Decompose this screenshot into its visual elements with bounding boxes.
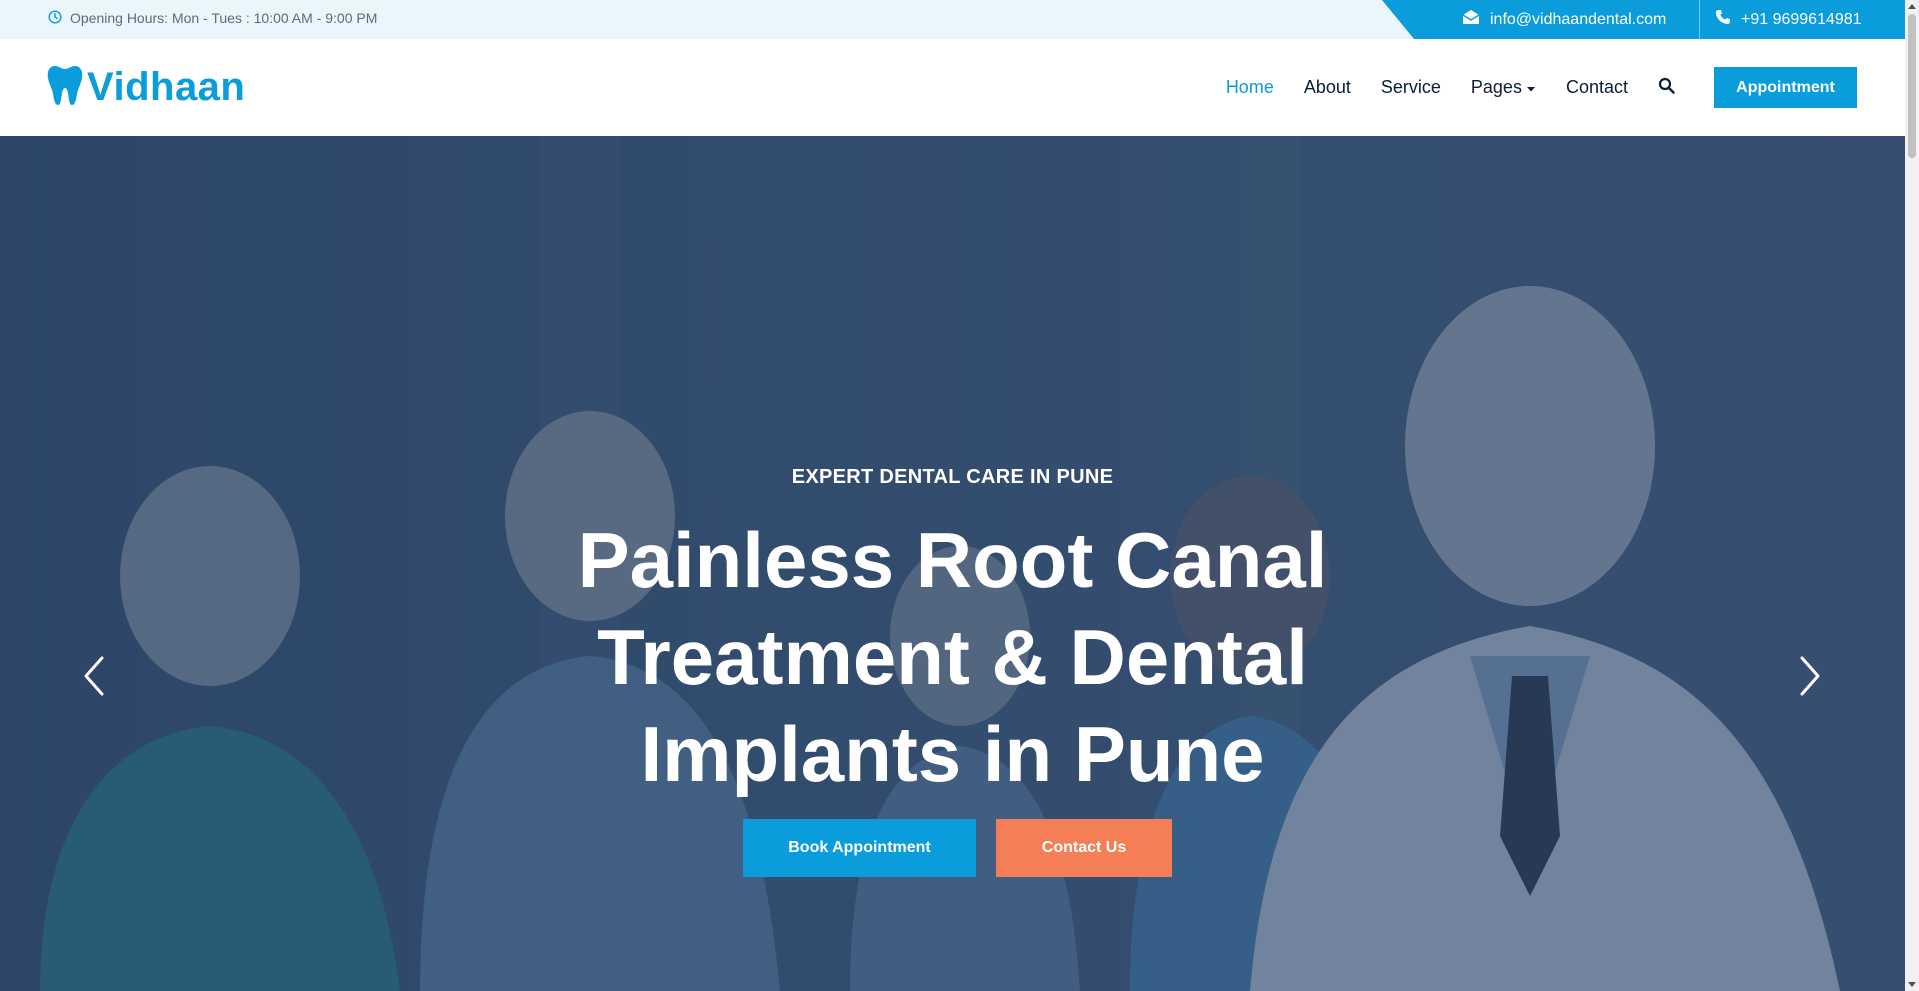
nav-item-contact[interactable]: Contact	[1566, 77, 1628, 98]
phone-text: +91 9699614981	[1741, 10, 1862, 28]
nav-item-label: Pages	[1470, 77, 1522, 97]
nav-item-label: Service	[1380, 77, 1441, 97]
email-link[interactable]: info@vidhaandental.com	[1462, 0, 1666, 39]
contact-us-label: Contact Us	[1041, 839, 1127, 856]
phone-link[interactable]: +91 9699614981	[1715, 0, 1862, 39]
brand-logo[interactable]: Vidhaan	[47, 64, 245, 111]
contact-us-button[interactable]: Contact Us	[996, 819, 1172, 877]
hero-eyebrow: EXPERT DENTAL CARE IN PUNE	[791, 466, 1114, 488]
nav-item-label: About	[1303, 77, 1351, 97]
search-icon	[1658, 77, 1675, 99]
book-appointment-button[interactable]: Book Appointment	[743, 819, 976, 877]
chevron-left-icon	[74, 656, 114, 710]
brand-name: Vidhaan	[87, 65, 246, 109]
email-text: info@vidhaandental.com	[1490, 10, 1667, 28]
nav-menu: Home About Service Pages Contact	[1226, 39, 1675, 136]
phone-icon	[1715, 9, 1731, 30]
main-navbar: Vidhaan Home About Service Pages Contact	[0, 39, 1905, 136]
hero-buttons: Book Appointment Contact Us	[0, 819, 1905, 877]
opening-hours: Opening Hours: Mon - Tues : 10:00 AM - 9…	[48, 0, 377, 36]
nav-item-service[interactable]: Service	[1381, 77, 1441, 98]
caret-down-icon	[1526, 77, 1536, 98]
hero-title: Painless Root Canal Treatment & Dental I…	[577, 516, 1328, 798]
contact-divider	[1699, 0, 1700, 39]
book-appointment-label: Book Appointment	[788, 839, 931, 856]
search-button[interactable]	[1658, 77, 1675, 99]
tooth-icon	[47, 64, 83, 111]
envelope-icon	[1462, 9, 1480, 30]
carousel-next-button[interactable]	[1790, 646, 1830, 706]
nav-item-label: Home	[1225, 77, 1274, 97]
opening-hours-text: Opening Hours: Mon - Tues : 10:00 AM - 9…	[70, 10, 378, 26]
nav-item-about[interactable]: About	[1304, 77, 1351, 98]
hero-content: EXPERT DENTAL CARE IN PUNE Painless Root…	[0, 136, 1905, 991]
appointment-button[interactable]: Appointment	[1714, 67, 1857, 108]
carousel-prev-button[interactable]	[74, 646, 114, 706]
page-scrollbar[interactable]	[1905, 0, 1919, 991]
hero-slider: EXPERT DENTAL CARE IN PUNE Painless Root…	[0, 136, 1905, 991]
appointment-label: Appointment	[1736, 78, 1835, 96]
chevron-right-icon	[1790, 656, 1830, 710]
scrollbar-thumb[interactable]	[1908, 14, 1916, 158]
clock-icon	[48, 9, 62, 27]
nav-item-home[interactable]: Home	[1226, 77, 1274, 98]
scroll-up-arrow-icon[interactable]	[1908, 4, 1916, 9]
contact-strip: info@vidhaandental.com +91 9699614981	[1382, 0, 1905, 39]
top-bar: Opening Hours: Mon - Tues : 10:00 AM - 9…	[0, 0, 1905, 39]
scroll-down-arrow-icon[interactable]	[1908, 982, 1916, 987]
nav-item-pages[interactable]: Pages	[1471, 77, 1536, 98]
nav-item-label: Contact	[1565, 77, 1628, 97]
